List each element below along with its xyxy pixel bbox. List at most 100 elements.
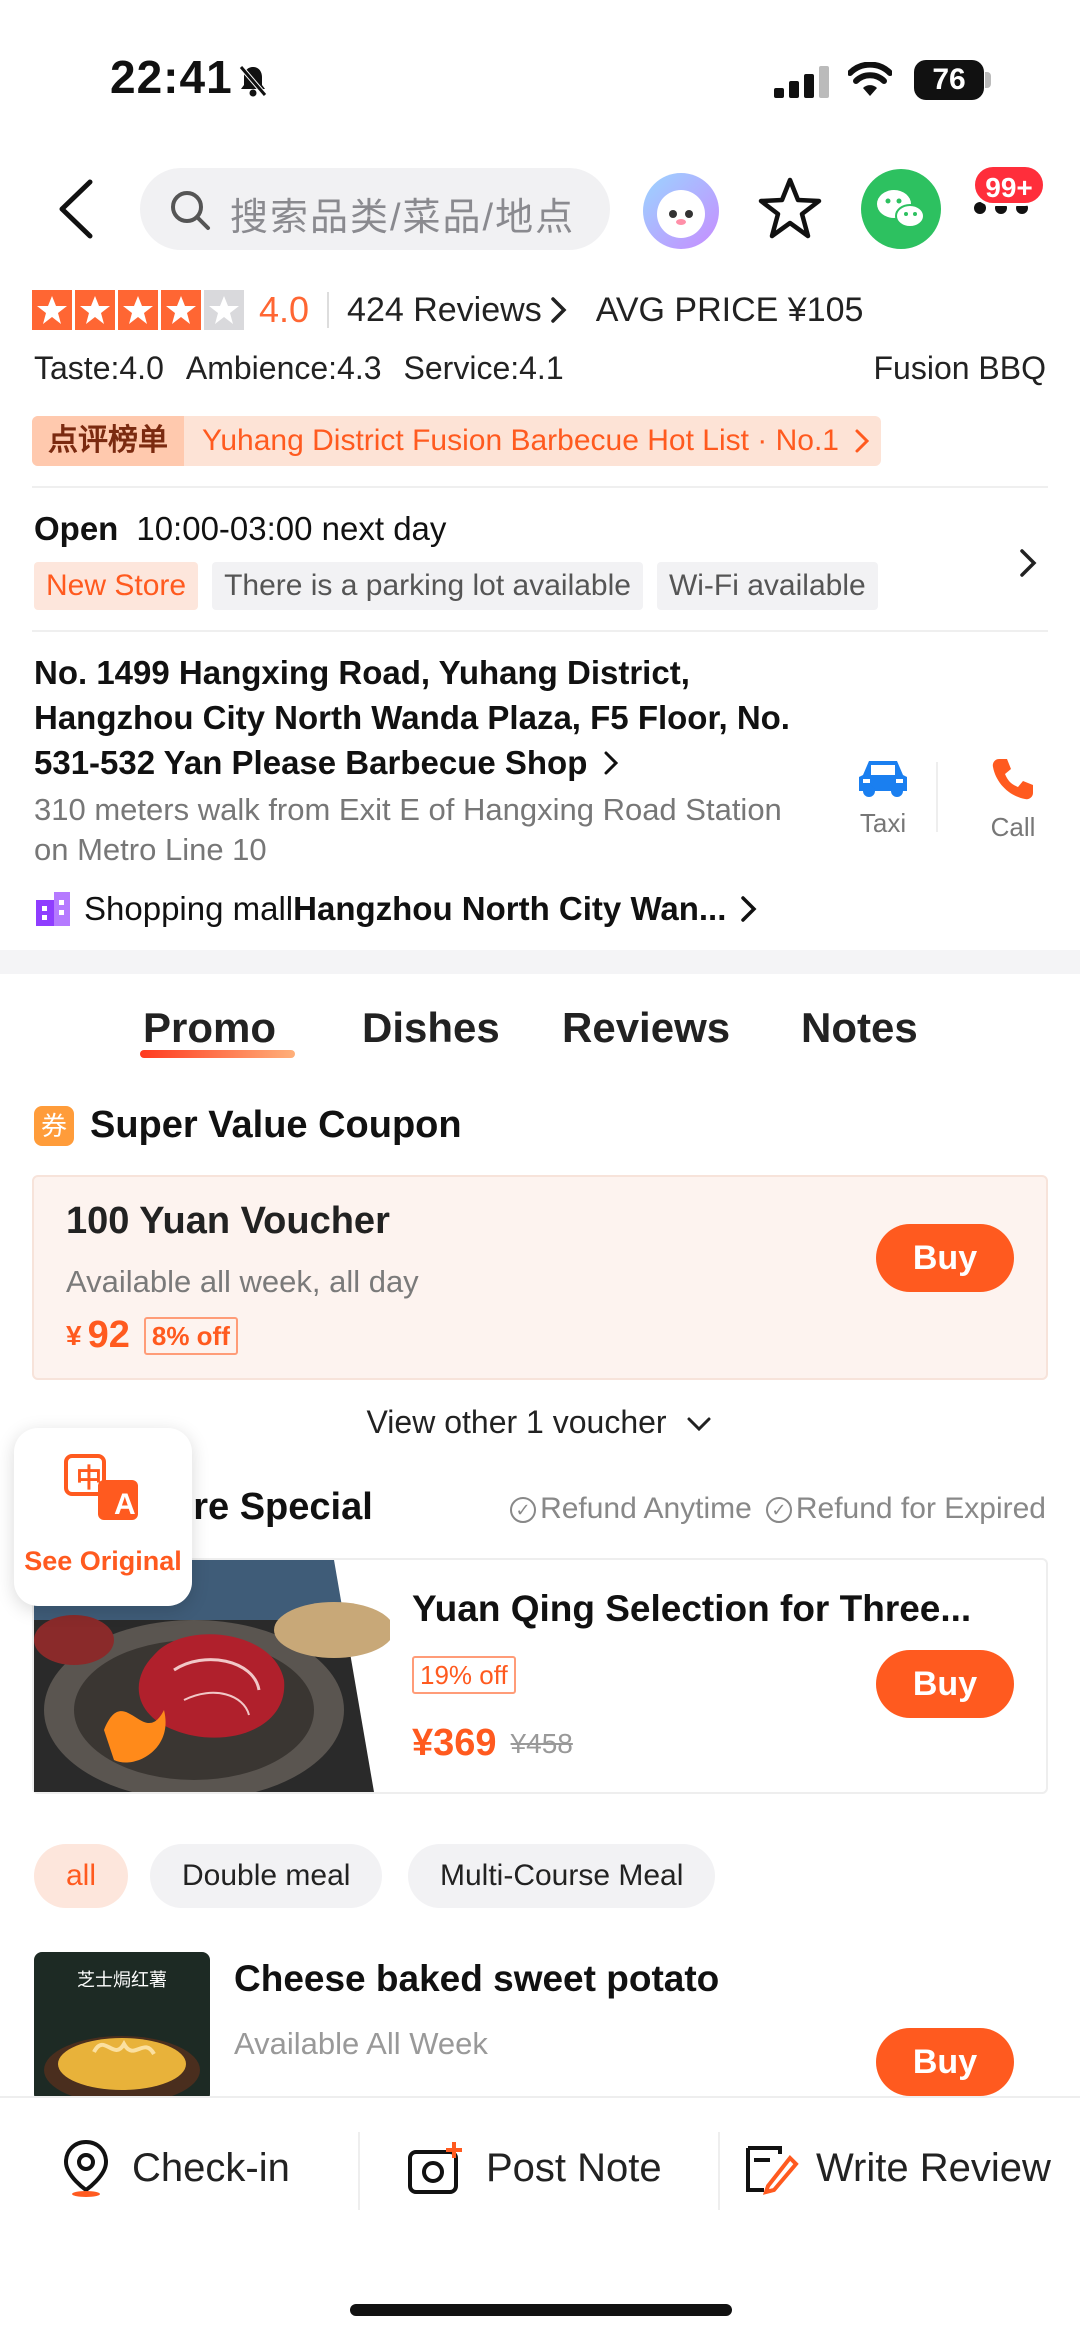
hours-text: 10:00-03:00 next day [136, 510, 447, 547]
write-review-label: Write Review [816, 2145, 1051, 2190]
location-pin-icon [63, 2139, 109, 2197]
tab-notes[interactable]: Notes [801, 1004, 918, 1052]
shop-category: Fusion BBQ [873, 350, 1046, 386]
walk-info: 310 meters walk from Exit E of Hangxing … [34, 792, 782, 867]
section-divider [0, 950, 1080, 974]
tab-promo[interactable]: Promo [143, 1004, 276, 1052]
notification-badge: 99+ [972, 164, 1046, 206]
shop-address[interactable]: No. 1499 Hangxing Road, Yuhang District,… [34, 650, 804, 785]
see-original-button[interactable]: 中 A See Original [14, 1428, 192, 1606]
tag-new-store: New Store [34, 562, 199, 610]
deal-price: ¥369 ¥458 [412, 1722, 573, 1765]
dish-image: 芝士焗红薯 [34, 1952, 210, 2102]
view-more-label: View other 1 voucher [366, 1404, 667, 1440]
chip-all[interactable]: all [34, 1844, 129, 1908]
divider [358, 2132, 360, 2210]
tab-dishes[interactable]: Dishes [362, 1004, 500, 1052]
dish-availability: Available All Week [234, 2026, 488, 2061]
back-arrow-icon[interactable] [54, 176, 98, 242]
refund-expired: ✓ Refund for Expired [765, 1492, 1046, 1526]
dish-buy-button[interactable]: Buy [876, 2028, 1014, 2096]
coupon-section-header: 券 Super Value Coupon [34, 1104, 462, 1147]
post-note-button[interactable]: Post Note [406, 2138, 662, 2198]
dish-title: Cheese baked sweet potato [234, 1958, 720, 1999]
ambience-score: Ambience:4.3 [185, 350, 382, 386]
mute-bell-icon [239, 65, 267, 97]
search-icon [171, 191, 210, 230]
coupon-price-value: 92 [87, 1314, 130, 1356]
reviews-link[interactable]: 424 Reviews [347, 291, 542, 330]
avg-price: AVG PRICE ¥105 [595, 290, 864, 329]
mall-link[interactable]: Shopping mall Hangzhou North City Wan... [34, 890, 760, 928]
coupon-section-title: Super Value Coupon [90, 1104, 462, 1146]
edit-review-icon [746, 2146, 799, 2195]
taxi-icon [859, 761, 907, 797]
chip-multi-course[interactable]: Multi-Course Meal [408, 1844, 716, 1908]
post-note-label: Post Note [486, 2145, 662, 2190]
tab-reviews[interactable]: Reviews [562, 1004, 730, 1052]
mall-name: Hangzhou North City Wan... [293, 890, 727, 927]
coupon-availability: Available all week, all day [66, 1264, 419, 1299]
deal-original-price: ¥458 [510, 1727, 573, 1759]
star-icon [118, 290, 158, 330]
wechat-share-icon[interactable] [860, 168, 942, 250]
rating-score: 4.0 [259, 289, 310, 330]
star-icon [75, 290, 115, 330]
rank-banner[interactable]: 点评榜单 Yuhang District Fusion Barbecue Hot… [32, 416, 881, 466]
translate-icon-cn: 中 [76, 1463, 103, 1493]
check-in-label: Check-in [132, 2145, 290, 2190]
favorite-star-icon[interactable] [756, 176, 824, 242]
address-text: No. 1499 Hangxing Road, Yuhang District,… [34, 654, 790, 781]
call-button[interactable]: Call [965, 755, 1061, 843]
mall-prefix: Shopping mall [84, 890, 294, 927]
chevron-right-icon[interactable] [1016, 545, 1040, 581]
shopping-mall-icon [36, 892, 70, 926]
tag-wifi: Wi-Fi available [656, 562, 878, 610]
chevron-right-icon [550, 297, 567, 323]
mascot-avatar-icon[interactable] [640, 170, 722, 252]
currency-symbol: ¥ [66, 1319, 82, 1351]
camera-plus-icon [408, 2142, 462, 2194]
tag-parking: There is a parking lot available [212, 562, 643, 610]
battery-indicator: 76 [914, 60, 984, 100]
deal-buy-button[interactable]: Buy [876, 1650, 1014, 1718]
rank-text: Yuhang District Fusion Barbecue Hot List… [202, 424, 839, 457]
coupon-buy-button[interactable]: Buy [876, 1224, 1014, 1292]
chevron-right-icon [604, 751, 618, 775]
call-label: Call [990, 812, 1036, 842]
wifi-icon [848, 62, 892, 96]
service-score: Service:4.1 [403, 350, 564, 386]
check-in-button[interactable]: Check-in [58, 2138, 290, 2198]
coupon-price: ¥ 92 8% off [66, 1314, 238, 1357]
divider [327, 292, 330, 328]
refund-anytime-label: Refund Anytime [540, 1492, 752, 1525]
taxi-label: Taxi [859, 808, 907, 838]
taxi-button[interactable]: Taxi [835, 755, 931, 839]
coupon-discount: 8% off [143, 1316, 238, 1355]
divider [936, 762, 938, 832]
see-original-label: See Original [24, 1546, 182, 1576]
chevron-right-icon [741, 896, 757, 922]
divider [718, 2132, 720, 2210]
shop-tags: New Store There is a parking lot availab… [34, 562, 892, 610]
chip-double-meal[interactable]: Double meal [150, 1844, 383, 1908]
taste-score: Taste:4.0 [34, 350, 164, 386]
status-time: 22:41 [110, 51, 233, 103]
divider [32, 486, 1048, 488]
coupon-name: 100 Yuan Voucher [66, 1200, 390, 1242]
open-hours[interactable]: Open 10:00-03:00 next day [34, 510, 446, 548]
score-breakdown: Taste:4.0 Ambience:4.3 Service:4.1 [34, 350, 586, 387]
star-icon [161, 290, 201, 330]
search-placeholder: 搜索品类/菜品/地点 [230, 197, 576, 239]
home-indicator [350, 2304, 732, 2316]
star-icon [32, 290, 72, 330]
write-review-button[interactable]: Write Review [740, 2138, 1051, 2198]
rank-tag: 点评榜单 [32, 416, 184, 466]
divider [32, 630, 1048, 632]
refund-expired-label: Refund for Expired [795, 1492, 1046, 1525]
store-special-title: ore Special [170, 1486, 373, 1528]
phone-icon [992, 759, 1033, 800]
refund-policies: ✓ Refund Anytime ✓ Refund for Expired [496, 1492, 1046, 1526]
open-status: Open [34, 510, 119, 547]
chevron-down-icon [687, 1417, 711, 1432]
